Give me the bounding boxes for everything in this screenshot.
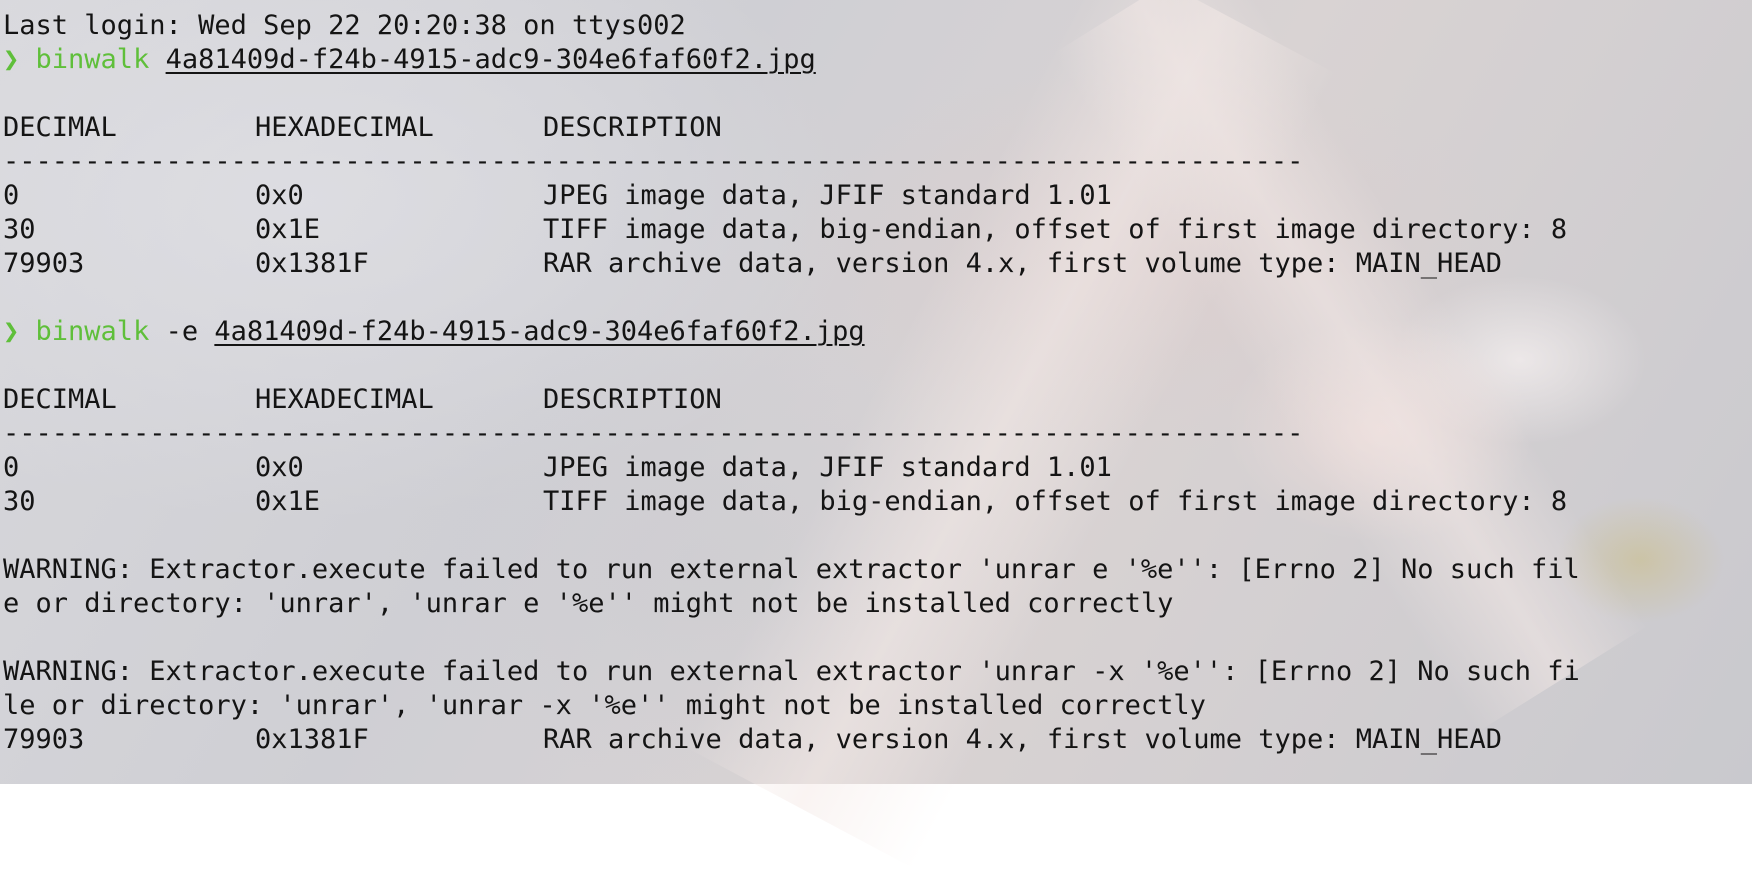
table-row: 0 0x0 JPEG image data, JFIF standard 1.0… bbox=[3, 179, 1752, 213]
prompt-chevron-icon: ❯ bbox=[3, 44, 20, 75]
table-divider: ----------------------------------------… bbox=[3, 418, 1304, 449]
cell-decimal: 30 bbox=[3, 486, 36, 517]
header-decimal: DECIMAL bbox=[3, 112, 117, 143]
warning-line: WARNING: Extractor.execute failed to run… bbox=[3, 656, 1580, 687]
table-row: 30 0x1E TIFF image data, big-endian, off… bbox=[3, 485, 1752, 519]
table-row: 79903 0x1381F RAR archive data, version … bbox=[3, 247, 1752, 281]
table-row: 0 0x0 JPEG image data, JFIF standard 1.0… bbox=[3, 451, 1752, 485]
cell-decimal: 0 bbox=[3, 180, 20, 211]
header-hexadecimal: HEXADECIMAL bbox=[255, 112, 434, 143]
table-row: 30 0x1E TIFF image data, big-endian, off… bbox=[3, 213, 1752, 247]
cell-hex: 0x1E bbox=[255, 214, 321, 245]
warning-line-continued: e or directory: 'unrar', 'unrar e '%e'' … bbox=[3, 588, 1174, 619]
cell-description: TIFF image data, big-endian, offset of f… bbox=[543, 214, 1568, 245]
cell-hex: 0x1381F bbox=[255, 248, 369, 279]
cell-description: JPEG image data, JFIF standard 1.01 bbox=[543, 180, 1112, 211]
command-file-path[interactable]: 4a81409d-f24b-4915-adc9-304e6faf60f2.jpg bbox=[214, 316, 864, 347]
cell-description: RAR archive data, version 4.x, first vol… bbox=[543, 248, 1503, 279]
header-description: DESCRIPTION bbox=[543, 112, 722, 143]
last-login-line: Last login: Wed Sep 22 20:20:38 on ttys0… bbox=[3, 10, 686, 41]
cell-hex: 0x1381F bbox=[255, 724, 369, 755]
command-program: binwalk bbox=[35, 44, 150, 75]
table-header: DECIMAL HEXADECIMAL DESCRIPTION bbox=[3, 383, 1752, 417]
table-divider: ----------------------------------------… bbox=[3, 146, 1304, 177]
table-row: 79903 0x1381F RAR archive data, version … bbox=[3, 723, 1752, 757]
cell-description: JPEG image data, JFIF standard 1.01 bbox=[543, 452, 1112, 483]
cell-description: RAR archive data, version 4.x, first vol… bbox=[543, 724, 1503, 755]
cell-hex: 0x1E bbox=[255, 486, 321, 517]
command-line-1: ❯ binwalk 4a81409d-f24b-4915-adc9-304e6f… bbox=[3, 43, 1752, 77]
header-hexadecimal: HEXADECIMAL bbox=[255, 384, 434, 415]
cell-decimal: 79903 bbox=[3, 724, 85, 755]
cell-description: TIFF image data, big-endian, offset of f… bbox=[543, 486, 1568, 517]
command-line-2: ❯ binwalk -e 4a81409d-f24b-4915-adc9-304… bbox=[3, 315, 1752, 349]
cell-hex: 0x0 bbox=[255, 180, 304, 211]
command-file-path[interactable]: 4a81409d-f24b-4915-adc9-304e6faf60f2.jpg bbox=[166, 44, 816, 75]
header-description: DESCRIPTION bbox=[543, 384, 722, 415]
terminal-output[interactable]: Last login: Wed Sep 22 20:20:38 on ttys0… bbox=[3, 9, 1752, 784]
cell-decimal: 30 bbox=[3, 214, 36, 245]
cell-hex: 0x0 bbox=[255, 452, 304, 483]
cell-decimal: 79903 bbox=[3, 248, 85, 279]
warning-line: WARNING: Extractor.execute failed to run… bbox=[3, 554, 1580, 585]
cell-decimal: 0 bbox=[3, 452, 20, 483]
warning-line-continued: le or directory: 'unrar', 'unrar -x '%e'… bbox=[3, 690, 1206, 721]
table-header: DECIMAL HEXADECIMAL DESCRIPTION bbox=[3, 111, 1752, 145]
header-decimal: DECIMAL bbox=[3, 384, 117, 415]
command-args: -e bbox=[149, 316, 215, 347]
